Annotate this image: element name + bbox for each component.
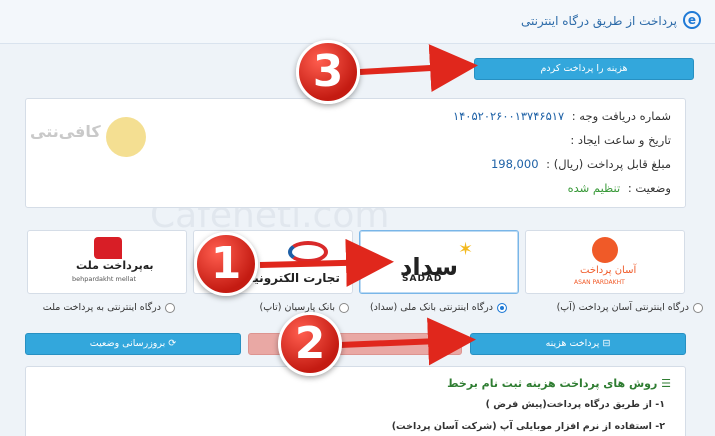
step-marker-2: 2 — [278, 312, 342, 376]
arrow-2 — [339, 317, 476, 366]
arrow-1 — [259, 238, 394, 287]
step-marker-3: 3 — [296, 40, 360, 104]
arrow-3 — [359, 44, 478, 92]
step-marker-1: 1 — [194, 232, 258, 296]
